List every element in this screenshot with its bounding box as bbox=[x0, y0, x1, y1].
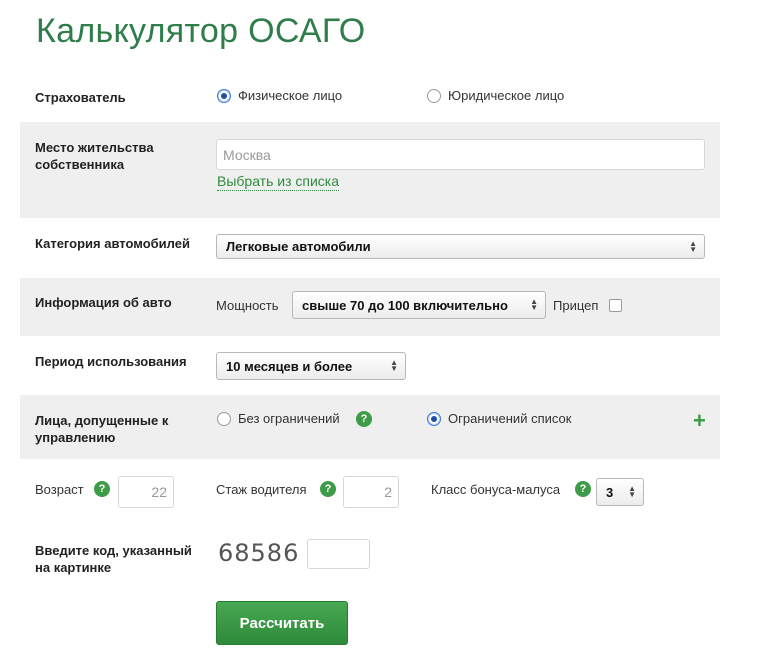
trailer-label: Прицеп bbox=[553, 298, 599, 313]
select-arrows-icon: ▲ ▼ bbox=[689, 238, 697, 254]
bonus-label: Класс бонуса-малуса bbox=[431, 482, 561, 497]
radio-individual-label: Физическое лицо bbox=[238, 88, 343, 103]
pick-from-list-link[interactable]: Выбрать из списка bbox=[217, 173, 340, 191]
radio-unlimited[interactable]: Без ограничений bbox=[217, 411, 340, 426]
period-row: Период использования 10 месяцев и более … bbox=[20, 336, 720, 395]
age-value: 22 bbox=[151, 484, 167, 500]
radio-legal-label: Юридическое лицо bbox=[448, 88, 565, 103]
residence-input[interactable]: Москва bbox=[216, 139, 705, 170]
category-label: Категория автомобилей bbox=[35, 236, 190, 251]
question-icon[interactable]: ? bbox=[575, 481, 591, 497]
question-icon[interactable]: ? bbox=[320, 481, 336, 497]
radio-legal[interactable]: Юридическое лицо bbox=[427, 88, 564, 103]
select-arrows-icon: ▲ ▼ bbox=[530, 297, 538, 312]
category-select[interactable]: Легковые автомобили ▲ ▼ bbox=[216, 234, 705, 259]
insurer-row: Страхователь Физическое лицо Юридическое… bbox=[20, 70, 720, 122]
drivers-row: Лица, допущенные к управлению Без ограни… bbox=[20, 395, 720, 459]
captcha-label: Введите код, указанный на картинке bbox=[35, 543, 192, 575]
experience-input[interactable]: 2 bbox=[343, 476, 399, 508]
car-info-row: Информация об авто Мощность свыше 70 до … bbox=[20, 278, 720, 336]
period-select[interactable]: 10 месяцев и более ▲ ▼ bbox=[216, 352, 406, 380]
experience-value: 2 bbox=[384, 484, 392, 500]
insurer-label: Страхователь bbox=[35, 90, 126, 105]
drivers-label: Лица, допущенные к управлению bbox=[35, 413, 169, 445]
radio-dot[interactable] bbox=[427, 88, 441, 103]
captcha-input[interactable] bbox=[307, 539, 370, 569]
radio-unlimited-label: Без ограничений bbox=[238, 411, 340, 426]
category-selected: Легковые автомобили bbox=[226, 239, 371, 254]
driver-details-row: Возраст ? 22 Стаж водителя ? 2 Класс бон… bbox=[20, 459, 720, 525]
period-label: Период использования bbox=[35, 354, 187, 369]
bonus-selected: 3 bbox=[606, 484, 614, 500]
radio-limited-list[interactable]: Ограничений список bbox=[427, 411, 571, 426]
question-icon[interactable]: ? bbox=[94, 481, 110, 497]
captcha-image: 68586 bbox=[218, 539, 300, 567]
residence-placeholder: Москва bbox=[223, 146, 271, 163]
period-selected: 10 месяцев и более bbox=[226, 358, 353, 374]
radio-limited-label: Ограничений список bbox=[448, 411, 572, 426]
captcha-row: Введите код, указанный на картинке 68586 bbox=[20, 525, 720, 595]
page-title: Калькулятор ОСАГО bbox=[36, 12, 366, 50]
experience-label: Стаж водителя bbox=[216, 482, 307, 497]
select-arrows-icon: ▲ ▼ bbox=[390, 358, 398, 373]
residence-row: Место жительства собственника Москва Выб… bbox=[20, 122, 720, 218]
calculate-button[interactable]: Рассчитать bbox=[216, 601, 348, 645]
car-info-label: Информация об авто bbox=[35, 295, 172, 310]
bonus-select[interactable]: 3 ▲ ▼ bbox=[596, 478, 644, 506]
power-selected: свыше 70 до 100 включительно bbox=[302, 297, 508, 313]
age-label: Возраст bbox=[35, 482, 84, 497]
trailer-checkbox[interactable] bbox=[609, 299, 622, 312]
select-arrows-icon: ▲ ▼ bbox=[628, 484, 636, 499]
radio-individual[interactable]: Физическое лицо bbox=[217, 88, 342, 103]
power-label: Мощность bbox=[216, 298, 279, 313]
residence-label: Место жительства собственника bbox=[35, 140, 154, 172]
question-icon[interactable]: ? bbox=[356, 411, 372, 427]
radio-dot-checked[interactable] bbox=[217, 88, 231, 103]
age-input[interactable]: 22 bbox=[118, 476, 174, 508]
plus-icon[interactable]: + bbox=[693, 410, 706, 432]
radio-dot[interactable] bbox=[217, 411, 231, 426]
power-select[interactable]: свыше 70 до 100 включительно ▲ ▼ bbox=[292, 291, 546, 319]
category-row: Категория автомобилей Легковые автомобил… bbox=[20, 218, 720, 278]
radio-dot-checked[interactable] bbox=[427, 411, 441, 426]
